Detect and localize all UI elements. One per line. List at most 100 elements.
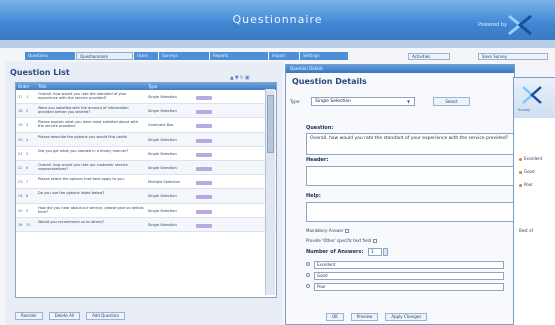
question-textarea[interactable]: Overall, how would you rate the standard…: [306, 133, 516, 155]
edit-link[interactable]: Edit: [196, 195, 212, 200]
chevron-down-icon[interactable]: ▼: [407, 99, 410, 104]
answer-input[interactable]: Good: [314, 272, 504, 280]
row-title: Please describe the options you would fi…: [38, 134, 128, 139]
answer-radio[interactable]: [306, 262, 310, 266]
table-scrollbar[interactable]: [265, 89, 275, 295]
edit-link[interactable]: Edit: [196, 209, 212, 214]
help-label: Help:: [306, 193, 321, 199]
edit-link[interactable]: Edit: [196, 138, 212, 143]
question-details-dialog: Question Details Question Details Type: …: [285, 64, 516, 325]
col-title[interactable]: Title: [36, 83, 146, 90]
delete-all-button[interactable]: Delete All: [48, 312, 81, 320]
tab-settings[interactable]: Settings: [300, 52, 348, 60]
question-table: Order Title Type 17 1 Overall, how would y…: [15, 82, 277, 298]
bullet-icon: [519, 170, 522, 174]
row-order: 2: [26, 109, 29, 114]
edit-link[interactable]: Edit: [196, 96, 212, 100]
num-answers-input[interactable]: 3: [368, 248, 382, 256]
apply-changes-button[interactable]: Apply Changes: [385, 313, 428, 321]
preview-item-label: Poor: [524, 182, 533, 187]
row-action: Edit: [196, 104, 216, 117]
table-row[interactable]: 18 2 Were you satisfied with the amount of…: [16, 104, 276, 119]
save-survey-button[interactable]: Save Survey: [478, 53, 548, 60]
row-type: Single Selection: [148, 109, 177, 114]
row-id: 22: [18, 165, 23, 170]
row-order: 9: [26, 208, 29, 213]
row-id: 17: [18, 95, 23, 99]
row-order: 5: [26, 151, 29, 156]
edit-link[interactable]: Edit: [196, 110, 212, 115]
preview-item[interactable]: Excellent: [519, 156, 542, 161]
table-row[interactable]: 20 4 Please describe the options you would…: [16, 132, 276, 147]
row-order: 8: [26, 194, 29, 199]
row-id: 24: [18, 194, 23, 199]
answer-radio[interactable]: [306, 284, 310, 288]
print-icon[interactable]: ▣: [245, 75, 251, 81]
edit-link[interactable]: Edit: [196, 223, 212, 228]
edit-link[interactable]: Edit: [196, 181, 212, 186]
table-row[interactable]: 24 8 Do you use the options listed below? S…: [16, 189, 276, 204]
answer-radio[interactable]: [306, 273, 310, 277]
app-window: Questionnaire Powered by Questions Quest…: [0, 0, 555, 325]
col-type[interactable]: Type: [146, 83, 196, 90]
other-label: Provide 'Other' specific text field: [306, 238, 372, 243]
row-action: Edit: [196, 175, 216, 188]
tab-users[interactable]: Users: [134, 52, 158, 60]
preview-button[interactable]: Preview: [350, 313, 379, 321]
tab-questionnaire[interactable]: Questionnaire: [76, 52, 133, 60]
type-select[interactable]: Single Selection: [311, 97, 415, 106]
dialog-heading: Question Details: [292, 77, 367, 86]
tab-import[interactable]: Import: [269, 52, 299, 60]
num-answers-spinner[interactable]: [383, 248, 388, 256]
col-action: [196, 83, 216, 90]
table-row[interactable]: 17 1 Overall, how would you rate the stand…: [16, 90, 276, 105]
help-textarea[interactable]: [306, 202, 516, 222]
mandatory-label: Mandatory Answer: [306, 228, 344, 233]
table-row[interactable]: 19 3 Please explain what you were most sat…: [16, 118, 276, 133]
other-checkbox[interactable]: [373, 239, 378, 243]
row-id: 18: [18, 109, 23, 114]
table-row[interactable]: 23 7 Please select the options that best a…: [16, 175, 276, 190]
type-label: Type:: [290, 99, 301, 104]
scrollbar-thumb[interactable]: [267, 95, 274, 153]
row-action: Edit: [196, 189, 216, 202]
row-title: Did you get what you needed in a timely …: [38, 148, 129, 153]
row-id: 26: [18, 222, 23, 227]
table-row[interactable]: 22 6 Overall, how would you rate our custo…: [16, 160, 276, 176]
row-type: Comment Box: [148, 123, 174, 128]
row-id: 23: [18, 180, 23, 185]
edit-link[interactable]: Edit: [196, 124, 212, 129]
ok-button[interactable]: OK: [326, 313, 344, 321]
table-row[interactable]: 25 9 How did you hear about our service, p…: [16, 204, 276, 218]
answer-input[interactable]: Poor: [314, 283, 504, 291]
answer-row: Good: [306, 272, 516, 280]
dialog-titlebar[interactable]: Question Details: [286, 65, 514, 73]
header-band: [0, 40, 555, 48]
row-action: Edit: [196, 133, 216, 146]
edit-link[interactable]: Edit: [196, 166, 212, 171]
preview-item[interactable]: Good: [519, 169, 535, 174]
edit-link[interactable]: Edit: [196, 152, 212, 157]
add-question-button[interactable]: Add Question: [86, 312, 126, 320]
reorder-button[interactable]: Reorder: [15, 312, 43, 320]
tab-surveys[interactable]: Surveys: [159, 52, 209, 60]
activities-link[interactable]: Activities: [408, 53, 450, 60]
table-row[interactable]: 21 5 Did you get what you needed in a time…: [16, 147, 276, 161]
row-action: Edit: [196, 90, 216, 103]
tab-questions[interactable]: Questions: [25, 52, 75, 60]
other-option: Provide 'Other' specific text field: [306, 238, 378, 243]
table-row[interactable]: 26 10 Would you recommend us to others? Sin…: [16, 217, 276, 232]
row-action: Edit: [196, 161, 216, 174]
list-tool-icons: ▲▼↻▣: [230, 75, 251, 81]
row-type: Single Selection: [148, 194, 177, 199]
col-order[interactable]: Order: [16, 83, 36, 90]
type-select-button[interactable]: Select: [433, 97, 470, 106]
header-textarea[interactable]: [306, 166, 516, 186]
preview-item[interactable]: Poor: [519, 182, 533, 187]
answer-input[interactable]: Excellent: [314, 261, 504, 269]
row-order: 6: [26, 165, 29, 170]
tab-reports[interactable]: Reports: [210, 52, 268, 60]
row-action: Edit: [196, 147, 216, 160]
mandatory-checkbox[interactable]: [345, 229, 350, 233]
app-header: Questionnaire Powered by: [0, 0, 555, 40]
